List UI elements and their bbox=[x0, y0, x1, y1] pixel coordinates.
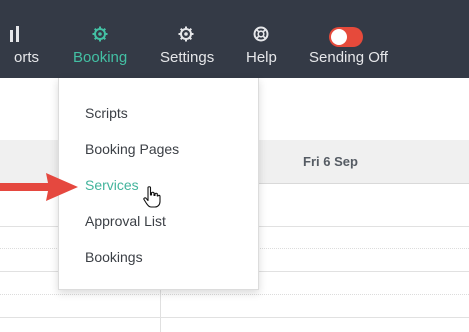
nav-help[interactable]: Help bbox=[245, 0, 277, 78]
booking-dropdown-menu: Scripts Booking Pages Services Approval … bbox=[58, 78, 259, 290]
red-arrow-icon bbox=[0, 170, 82, 209]
lifebuoy-icon bbox=[253, 26, 269, 46]
menu-item-approval-list[interactable]: Approval List bbox=[85, 213, 166, 229]
gear-icon bbox=[178, 26, 194, 46]
nav-sending-label: Sending Off bbox=[309, 49, 388, 66]
top-navigation-bar: orts Booking Settings Help Sending Off bbox=[0, 0, 469, 78]
nav-help-label: Help bbox=[246, 49, 277, 66]
menu-item-services[interactable]: Services bbox=[85, 177, 139, 193]
nav-settings[interactable]: Settings bbox=[159, 0, 215, 78]
nav-booking-label: Booking bbox=[73, 49, 128, 66]
nav-settings-label: Settings bbox=[160, 49, 215, 66]
nav-booking[interactable]: Booking bbox=[72, 0, 130, 78]
hand-pointer-icon bbox=[143, 186, 161, 213]
gear-icon bbox=[92, 26, 108, 46]
menu-item-bookings[interactable]: Bookings bbox=[85, 249, 143, 265]
nav-reports[interactable]: orts bbox=[0, 0, 45, 78]
calendar-grid-line bbox=[0, 294, 469, 295]
bar-chart-icon bbox=[8, 26, 22, 46]
menu-item-scripts[interactable]: Scripts bbox=[85, 105, 128, 121]
nav-sending[interactable]: Sending Off bbox=[309, 0, 389, 78]
calendar-grid-line bbox=[0, 317, 469, 318]
menu-item-booking-pages[interactable]: Booking Pages bbox=[85, 141, 179, 157]
day-column-header[interactable]: Fri 6 Sep bbox=[303, 154, 358, 169]
nav-reports-label: orts bbox=[14, 49, 40, 66]
